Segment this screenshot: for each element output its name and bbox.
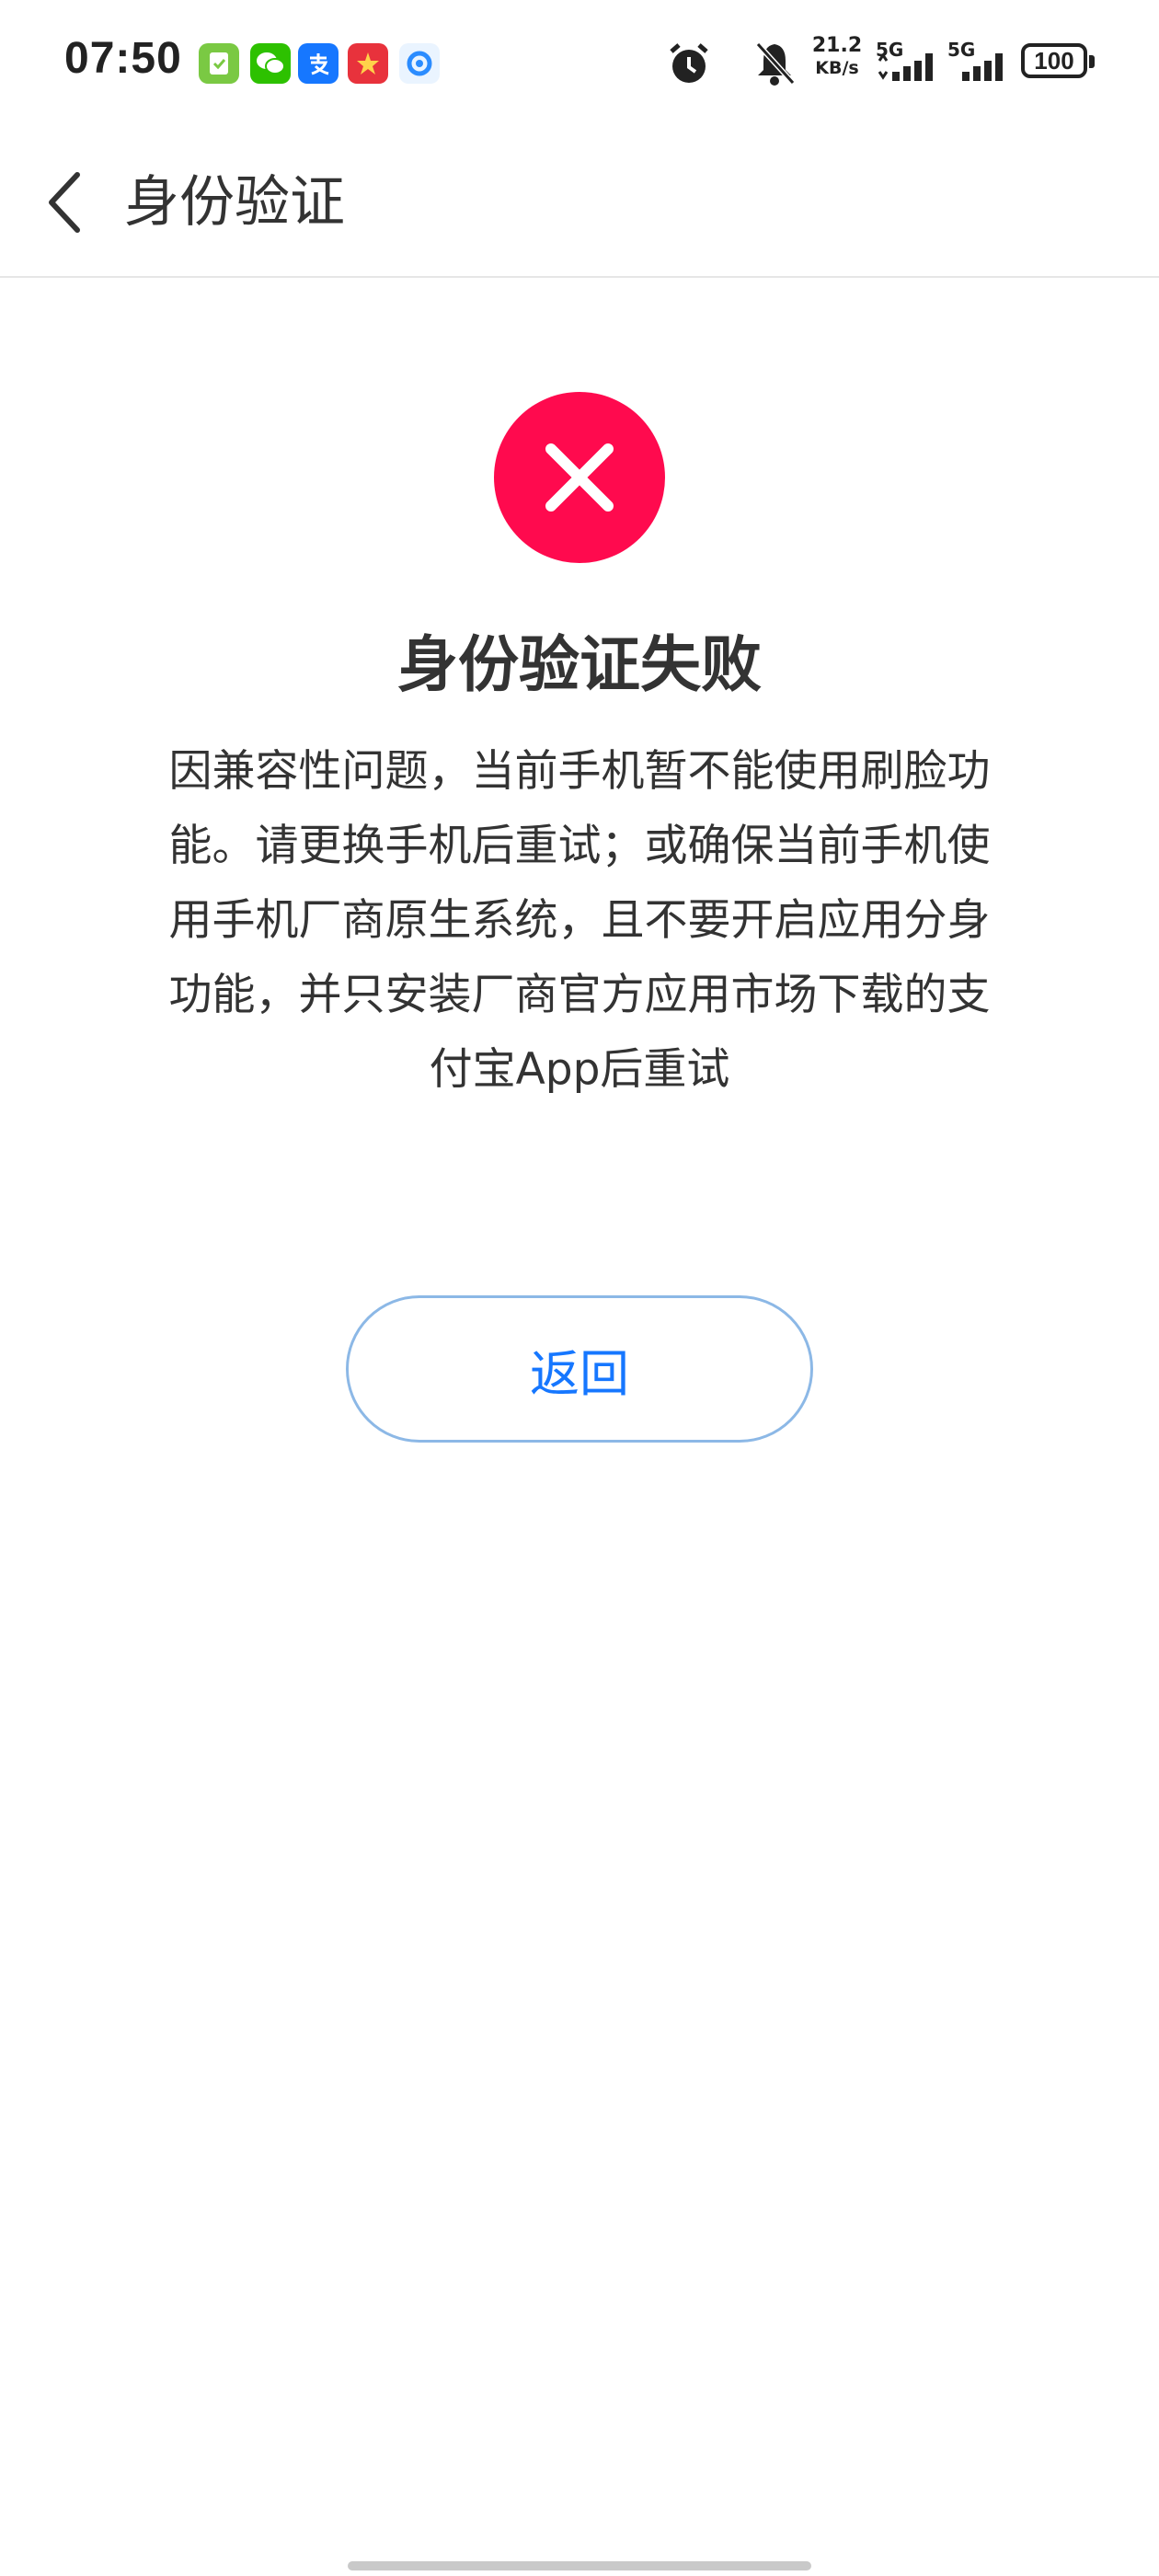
alipay-icon [298,43,339,84]
signal-1-icon [876,52,933,85]
signal-2-icon [960,53,1008,85]
wechat-icon [250,43,291,84]
task-app-icon [199,43,239,84]
status-bar: 07:50 21.2 KB/s 5G 5G 100 [0,0,1159,129]
browser-icon [399,43,440,84]
page: 07:50 21.2 KB/s 5G 5G 100 身份验证 身份验证失败 因兼… [0,0,1159,2576]
result-description: 因兼容性问题，当前手机暂不能使用刷脸功 能。请更换手机后重试；或确保当前手机使 … [106,734,1053,1107]
chevron-left-icon [49,172,80,233]
game-app-icon [348,43,388,84]
mute-bell-icon [752,39,797,88]
return-button[interactable]: 返回 [346,1295,813,1443]
description-line: 功能，并只安装厂商官方应用市场下载的支 [168,970,991,1020]
net-speed: 21.2 KB/s [809,35,865,79]
close-icon [545,443,614,512]
description-line: 付宝App后重试 [429,1044,730,1095]
nav-bar: 身份验证 [0,129,1159,278]
error-icon [494,392,665,563]
back-button[interactable] [28,156,101,248]
status-time: 07:50 [64,34,182,83]
description-line: 用手机厂商原生系统，且不要开启应用分身 [168,895,991,946]
page-title: 身份验证 [124,170,345,235]
battery-level: 100 [1034,46,1074,75]
net-speed-unit: KB/s [815,58,859,78]
alarm-icon [664,39,714,88]
result-title: 身份验证失败 [397,629,762,700]
home-indicator[interactable] [348,2561,811,2570]
battery-icon: 100 [1021,43,1095,78]
description-line: 能。请更换手机后重试；或确保当前手机使 [168,821,991,871]
description-line: 因兼容性问题，当前手机暂不能使用刷脸功 [168,746,991,797]
net-speed-value: 21.2 [811,34,863,57]
